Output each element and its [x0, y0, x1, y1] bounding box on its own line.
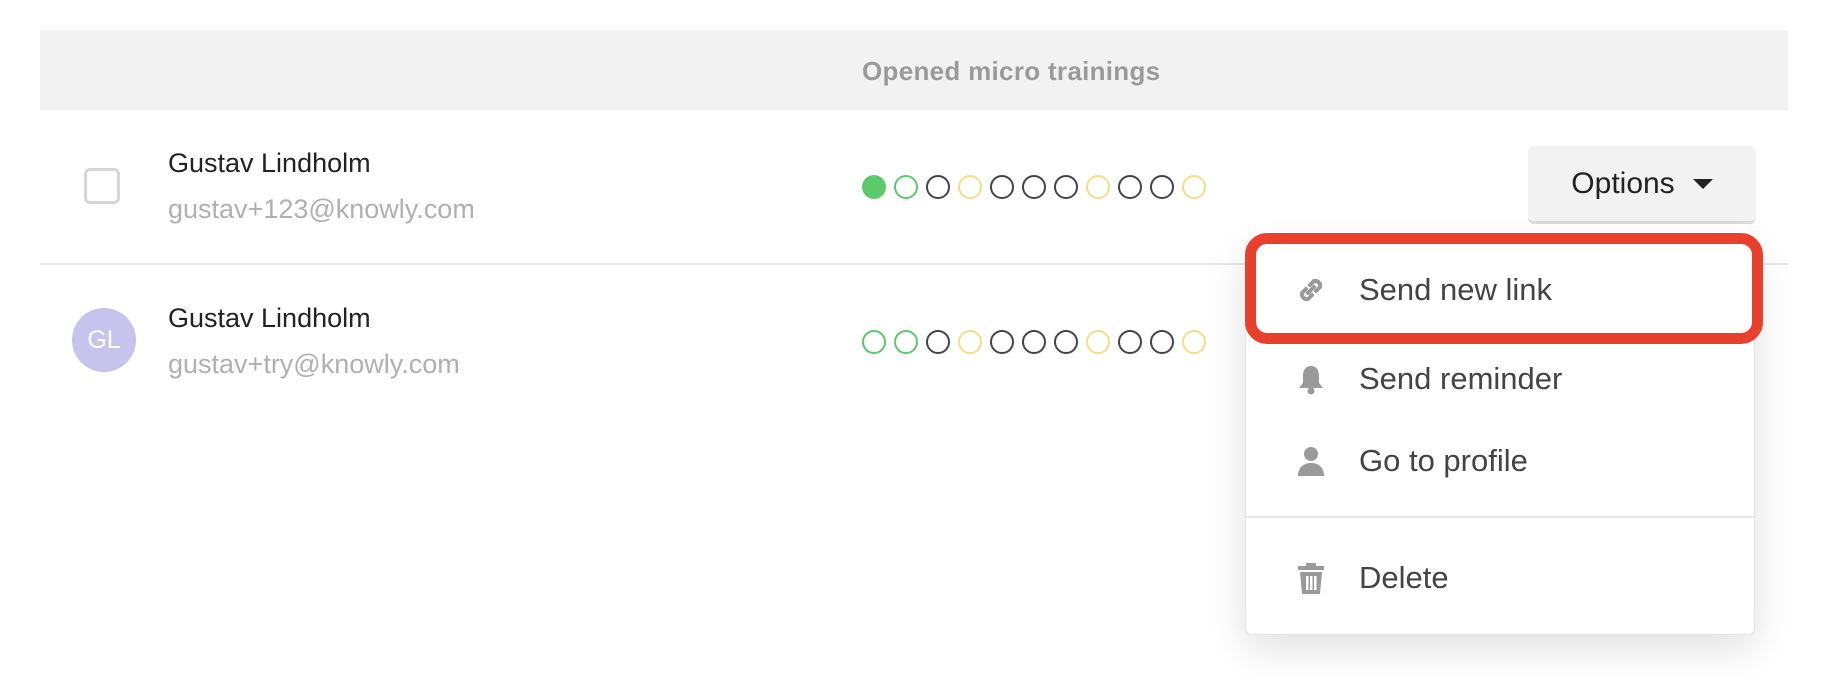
user-name: Gustav Lindholm	[168, 303, 371, 333]
menu-item-send-reminder[interactable]: Send reminder	[1246, 344, 1754, 414]
progress-dot	[1022, 175, 1046, 199]
progress-dot	[894, 330, 918, 354]
menu-item-label: Send new link	[1359, 272, 1553, 307]
progress-dot	[926, 175, 950, 199]
progress-dot	[862, 175, 886, 199]
bell-icon	[1294, 362, 1328, 396]
menu-item-label: Delete	[1359, 560, 1449, 595]
progress-dot	[1118, 330, 1142, 354]
progress-dot	[1182, 175, 1206, 199]
options-button[interactable]: Options	[1528, 146, 1756, 224]
person-icon	[1294, 444, 1328, 478]
menu-item-delete[interactable]: Delete	[1246, 543, 1754, 613]
progress-dot	[894, 175, 918, 199]
caret-down-icon	[1692, 178, 1713, 189]
progress-dot	[1086, 330, 1110, 354]
progress-dot	[1182, 330, 1206, 354]
members-table-view: Opened micro trainings Gustav Lindholm g…	[0, 0, 1836, 698]
trash-icon	[1294, 561, 1328, 595]
progress-dot	[990, 330, 1014, 354]
progress-dot	[958, 330, 982, 354]
progress-dot	[1022, 330, 1046, 354]
progress-dot	[990, 175, 1014, 199]
micro-training-progress-dots	[862, 330, 1206, 354]
progress-dot	[926, 330, 950, 354]
progress-dot	[1118, 175, 1142, 199]
menu-item-label: Go to profile	[1359, 443, 1528, 478]
progress-dot	[958, 175, 982, 199]
options-dropdown-menu: Send new link Send reminder Go to profil…	[1245, 240, 1755, 635]
progress-dot	[1150, 175, 1174, 199]
progress-dot	[1054, 330, 1078, 354]
menu-item-label: Send reminder	[1359, 361, 1563, 396]
progress-dot	[1054, 175, 1078, 199]
avatar: GL	[72, 308, 136, 372]
menu-item-send-new-link[interactable]: Send new link	[1246, 255, 1754, 325]
link-icon	[1294, 273, 1328, 307]
menu-item-go-to-profile[interactable]: Go to profile	[1246, 426, 1754, 496]
menu-divider	[1246, 516, 1754, 518]
user-name: Gustav Lindholm	[168, 148, 371, 178]
column-header-opened-micro-trainings: Opened micro trainings	[862, 56, 1161, 86]
table-header: Opened micro trainings	[40, 30, 1788, 110]
row-checkbox[interactable]	[84, 168, 120, 204]
progress-dot	[862, 330, 886, 354]
options-label: Options	[1571, 166, 1675, 200]
user-email: gustav+try@knowly.com	[168, 349, 460, 379]
progress-dot	[1086, 175, 1110, 199]
user-email: gustav+123@knowly.com	[168, 194, 475, 224]
micro-training-progress-dots	[862, 175, 1206, 199]
progress-dot	[1150, 330, 1174, 354]
